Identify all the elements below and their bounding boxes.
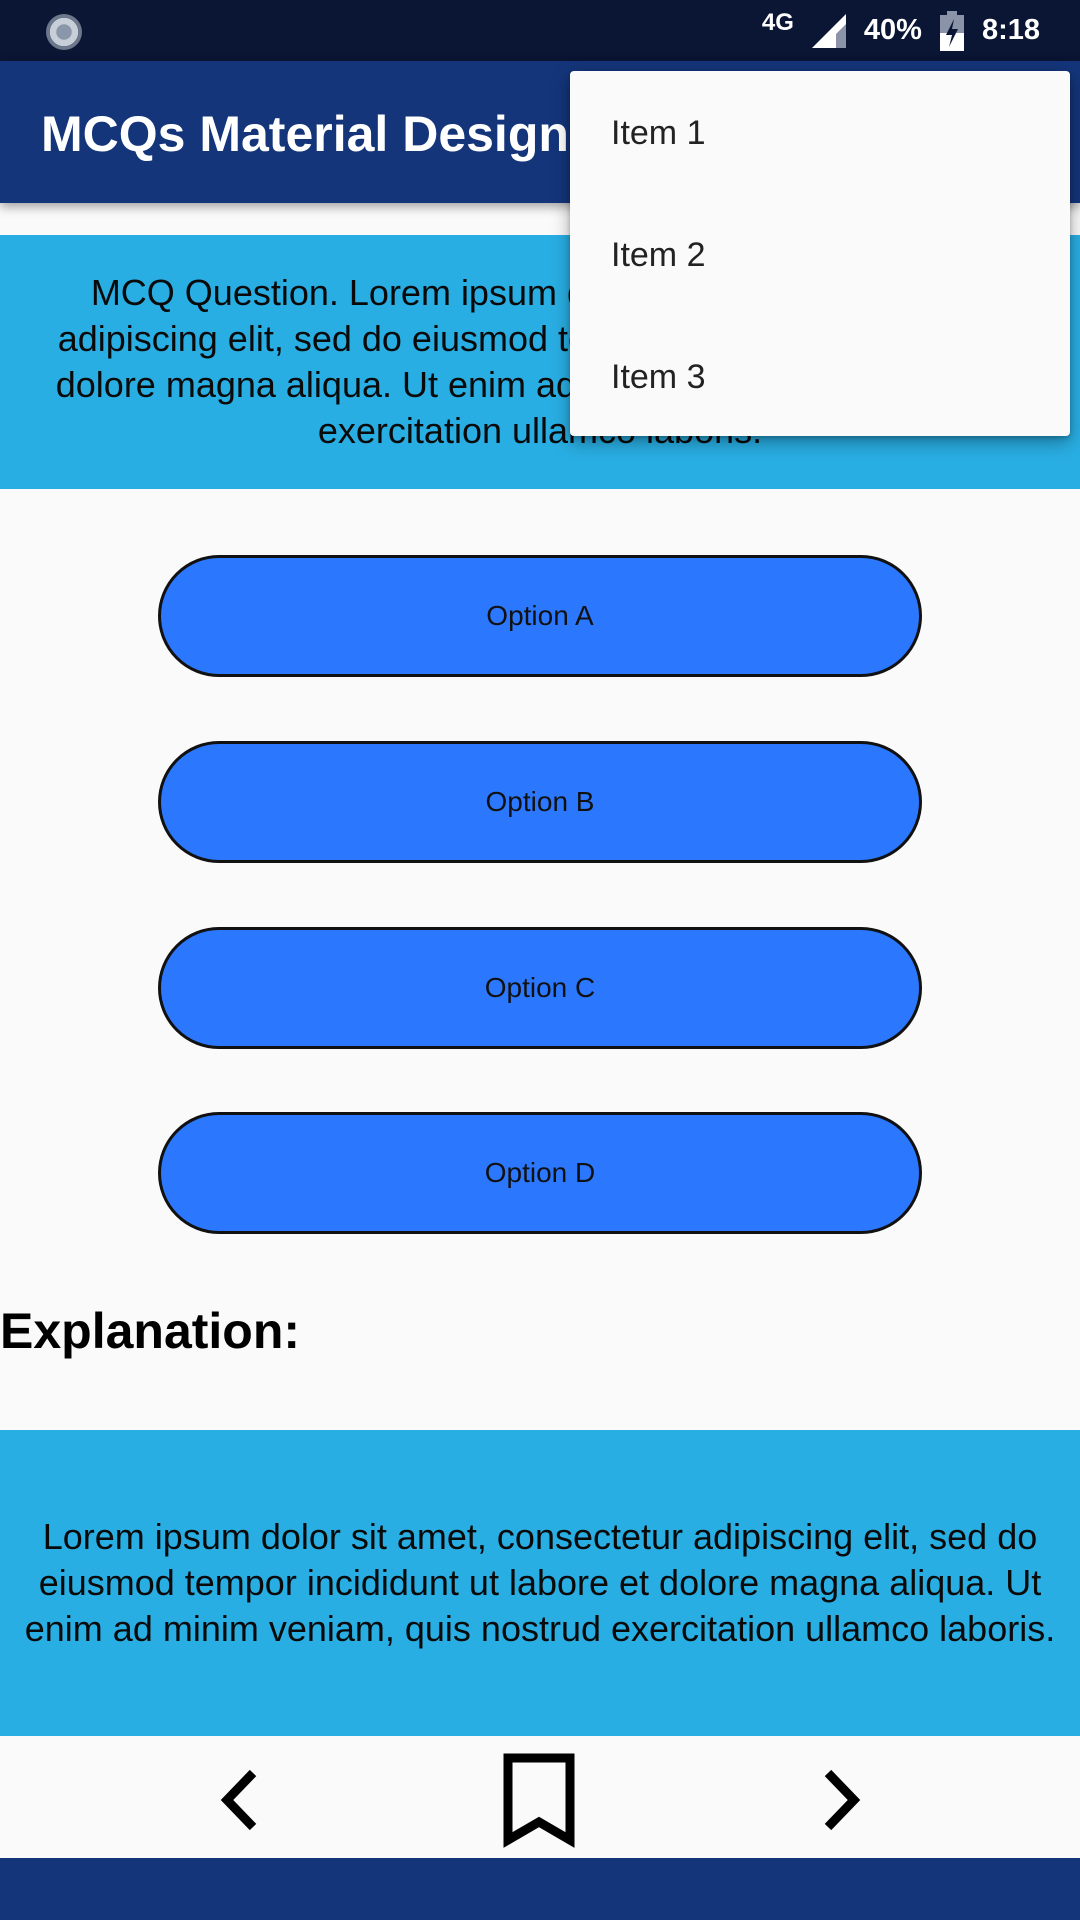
clock: 8:18 bbox=[981, 14, 1040, 46]
option-a-button[interactable]: Option A bbox=[158, 555, 922, 677]
explanation-text: Lorem ipsum dolor sit amet, consectetur … bbox=[24, 1516, 1056, 1649]
app-title: MCQs Material Design bbox=[41, 106, 569, 162]
overflow-menu: Item 1 Item 2 Item 3 bbox=[570, 71, 1070, 436]
battery-charging-icon bbox=[939, 10, 964, 51]
menu-item-3[interactable]: Item 3 bbox=[570, 316, 1070, 438]
menu-item-1[interactable]: Item 1 bbox=[570, 72, 1070, 194]
status-bar: 4G 40% 8:18 bbox=[0, 0, 1080, 61]
menu-item-2[interactable]: Item 2 bbox=[570, 194, 1070, 316]
chevron-left-icon bbox=[220, 1769, 257, 1831]
explanation-heading: Explanation: bbox=[0, 1303, 301, 1359]
explanation-panel: Lorem ipsum dolor sit amet, consectetur … bbox=[0, 1430, 1080, 1736]
loading-icon bbox=[46, 14, 82, 50]
battery-percent: 40% bbox=[863, 14, 922, 46]
bookmark-button[interactable] bbox=[489, 1750, 589, 1850]
next-button[interactable] bbox=[791, 1750, 891, 1850]
status-indicators: 4G 40% 8:18 bbox=[762, 0, 1040, 61]
option-d-button[interactable]: Option D bbox=[158, 1112, 922, 1234]
bottom-bar bbox=[0, 1858, 1080, 1920]
option-c-button[interactable]: Option C bbox=[158, 927, 922, 1049]
bookmark-icon bbox=[503, 1753, 575, 1848]
previous-button[interactable] bbox=[190, 1750, 290, 1850]
network-type: 4G bbox=[761, 8, 794, 36]
option-b-button[interactable]: Option B bbox=[158, 741, 922, 863]
signal-icon bbox=[811, 13, 846, 48]
chevron-right-icon bbox=[824, 1769, 861, 1831]
